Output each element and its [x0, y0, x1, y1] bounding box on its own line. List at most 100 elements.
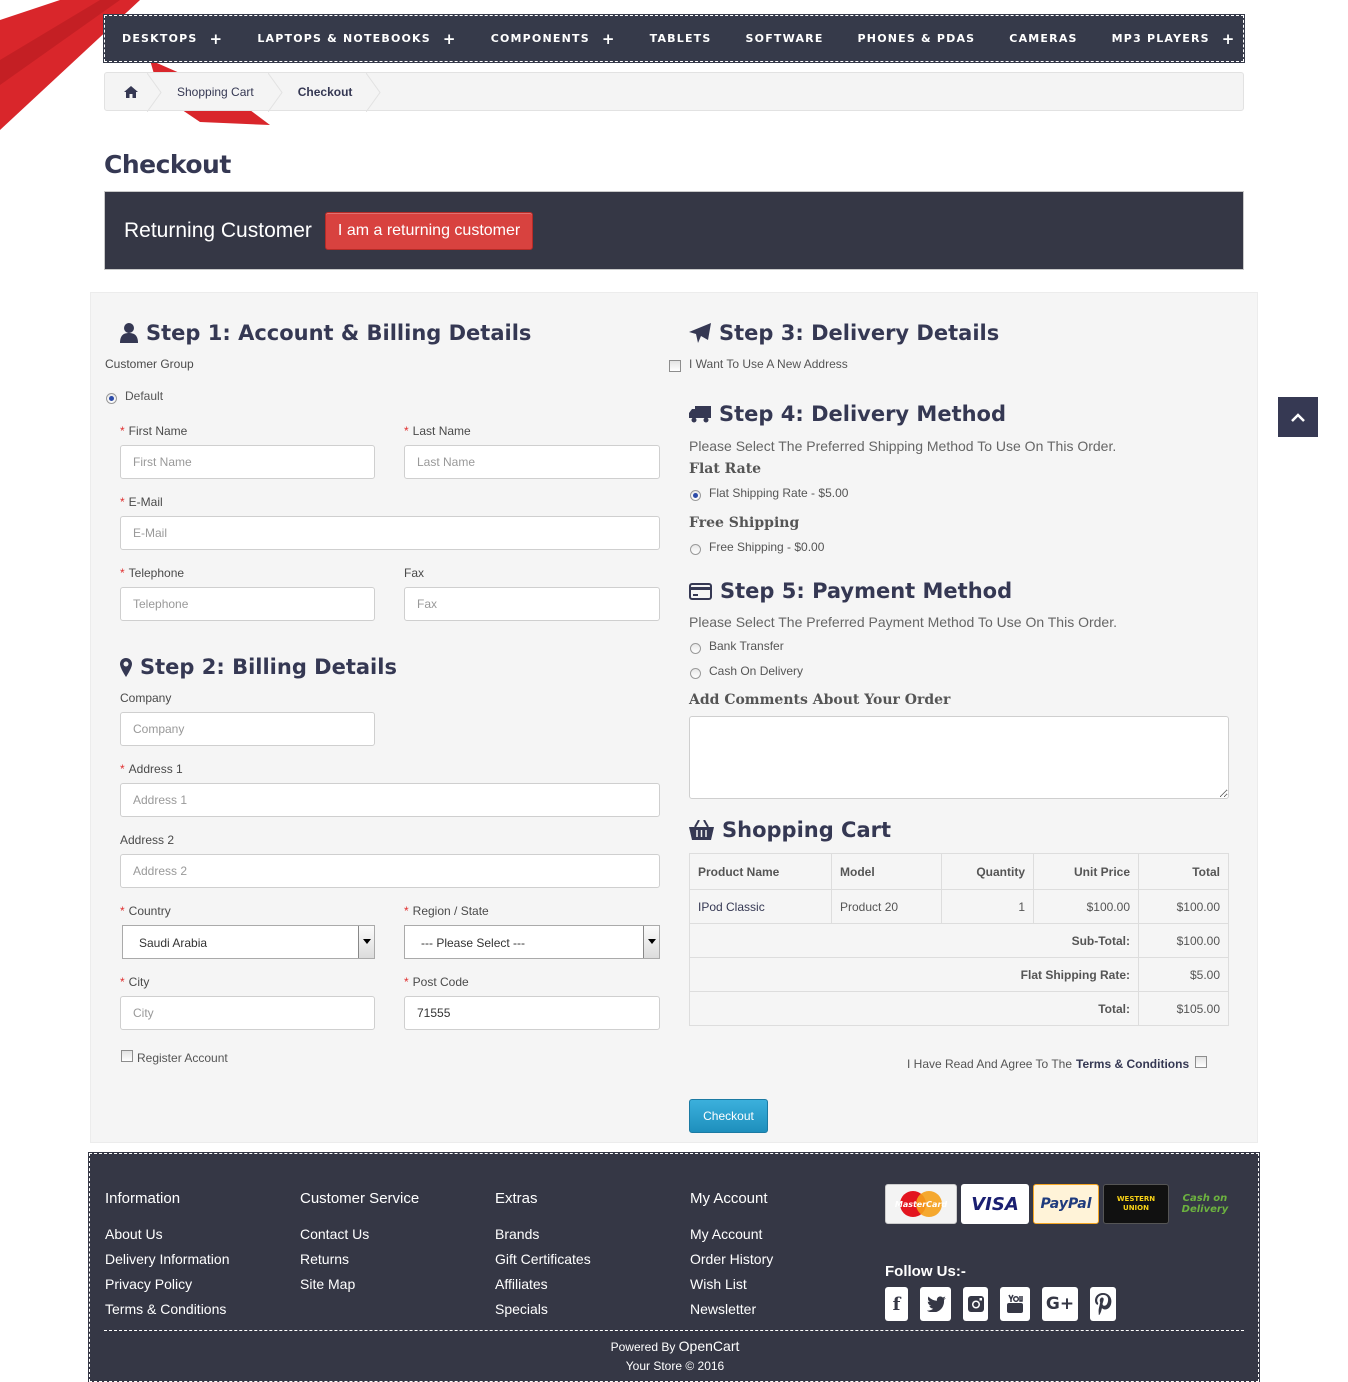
nav-cameras[interactable]: CAMERAS [1009, 32, 1077, 45]
postcode-label: * Post Code [404, 975, 469, 989]
plus-icon[interactable]: + [210, 30, 224, 48]
email-input[interactable]: E-Mail [120, 516, 660, 550]
plus-icon[interactable]: + [1222, 30, 1236, 48]
postcode-input[interactable]: 71555 [404, 996, 660, 1030]
breadcrumb-home[interactable] [105, 73, 162, 112]
checkout-button[interactable]: Checkout [689, 1099, 768, 1133]
google-plus-icon[interactable]: G+ [1042, 1287, 1078, 1321]
bank-transfer-radio[interactable] [690, 643, 701, 654]
youtube-icon[interactable] [1000, 1287, 1030, 1321]
shipping-row: Flat Shipping Rate: $5.00 [689, 957, 1229, 992]
footer-link-sitemap[interactable]: Site Map [300, 1272, 419, 1297]
flat-shipping-radio[interactable] [690, 490, 701, 501]
mastercard-text: MasterCard [895, 1200, 948, 1209]
country-select[interactable]: Saudi Arabia [122, 925, 375, 959]
plus-icon[interactable]: + [602, 30, 616, 48]
pinterest-icon[interactable] [1090, 1287, 1116, 1321]
nav-mp3[interactable]: MP3 PLAYERS + [1112, 30, 1236, 48]
footer-link-terms[interactable]: Terms & Conditions [105, 1297, 230, 1322]
new-address-checkbox[interactable] [669, 360, 681, 372]
last-name-input[interactable]: Last Name [404, 445, 660, 479]
returning-customer-button[interactable]: I am a returning customer [324, 211, 534, 250]
first-name-input[interactable]: First Name [120, 445, 375, 479]
cash-on-delivery-radio[interactable] [690, 668, 701, 679]
col-unit-price: Unit Price [1033, 853, 1139, 890]
footer-link-my-account[interactable]: My Account [690, 1222, 773, 1247]
facebook-icon[interactable]: f [885, 1287, 908, 1321]
region-select[interactable]: --- Please Select --- [404, 925, 660, 959]
col-total: Total [1138, 853, 1229, 890]
col-model: Model [831, 853, 942, 890]
page-title: Checkout [104, 150, 231, 179]
footer-link-wishlist[interactable]: Wish List [690, 1272, 773, 1297]
footer-link-brands[interactable]: Brands [495, 1222, 591, 1247]
footer-customer-service: Customer Service Contact Us Returns Site… [300, 1190, 419, 1297]
footer-link-contact[interactable]: Contact Us [300, 1222, 419, 1247]
product-qty: 1 [941, 889, 1034, 924]
footer-link-order-history[interactable]: Order History [690, 1247, 773, 1272]
address1-input[interactable]: Address 1 [120, 783, 660, 817]
agree-terms: I Have Read And Agree To The Terms & Con… [907, 1056, 1208, 1071]
chevron-down-icon[interactable] [643, 926, 659, 958]
total-label: Total: [689, 991, 1139, 1026]
footer-link-affiliates[interactable]: Affiliates [495, 1272, 591, 1297]
bank-transfer-label: Bank Transfer [709, 639, 784, 653]
footer-link-newsletter[interactable]: Newsletter [690, 1297, 773, 1322]
chevron-down-icon[interactable] [358, 926, 374, 958]
social-icons: f G+ [885, 1287, 1128, 1321]
telephone-input[interactable]: Telephone [120, 587, 375, 621]
company-input[interactable]: Company [120, 712, 375, 746]
footer-service-title: Customer Service [300, 1190, 420, 1207]
nav-tablets[interactable]: TABLETS [650, 32, 712, 45]
total-value: $105.00 [1138, 991, 1229, 1026]
copyright: Your Store © 2016 [625, 1359, 725, 1373]
city-input[interactable]: City [120, 996, 375, 1030]
terms-link[interactable]: Terms & Conditions [1076, 1057, 1189, 1071]
footer-link-returns[interactable]: Returns [300, 1247, 419, 1272]
breadcrumb-checkout[interactable]: Checkout [278, 73, 382, 112]
step5-title: Step 5: Payment Method [689, 579, 1012, 603]
basket-icon [689, 820, 714, 840]
customer-group-default-label: Default [125, 389, 164, 403]
instagram-icon[interactable] [963, 1287, 988, 1321]
back-to-top-button[interactable] [1278, 397, 1318, 437]
home-icon[interactable] [124, 85, 138, 98]
nav-software[interactable]: SOFTWARE [746, 32, 824, 45]
user-icon [120, 323, 138, 343]
col-product-name: Product Name [689, 853, 832, 890]
paper-plane-icon [689, 323, 711, 343]
step1-title: Step 1: Account & Billing Details [120, 321, 531, 345]
footer-link-specials[interactable]: Specials [495, 1297, 591, 1322]
comments-textarea[interactable] [689, 716, 1229, 799]
twitter-icon[interactable] [920, 1287, 951, 1321]
address1-label: * Address 1 [120, 762, 183, 776]
credit-card-icon [689, 582, 712, 600]
plus-icon[interactable]: + [443, 30, 457, 48]
footer-link-about[interactable]: About Us [105, 1222, 230, 1247]
footer-my-account: My Account My Account Order History Wish… [690, 1190, 773, 1322]
breadcrumb-shopping-cart[interactable]: Shopping Cart [157, 73, 283, 112]
flat-shipping-label: Flat Shipping Rate - $5.00 [709, 486, 849, 500]
subtotal-value: $100.00 [1138, 923, 1229, 958]
free-shipping-radio[interactable] [690, 544, 701, 555]
footer-link-gift[interactable]: Gift Certificates [495, 1247, 591, 1272]
product-total: $100.00 [1138, 889, 1229, 924]
address2-input[interactable]: Address 2 [120, 854, 660, 888]
footer-extras: Extras Brands Gift Certificates Affiliat… [495, 1190, 591, 1322]
fax-input[interactable]: Fax [404, 587, 660, 621]
total-row: Total: $105.00 [689, 991, 1229, 1026]
footer-link-privacy[interactable]: Privacy Policy [105, 1272, 230, 1297]
register-account-checkbox[interactable] [121, 1050, 133, 1062]
nav-phones[interactable]: PHONES & PDAS [858, 32, 976, 45]
customer-group-default-radio[interactable] [106, 393, 117, 404]
nav-desktops[interactable]: DESKTOPS + [122, 30, 223, 48]
nav-laptops[interactable]: LAPTOPS & NOTEBOOKS + [257, 30, 456, 48]
nav-components[interactable]: COMPONENTS + [491, 30, 616, 48]
returning-customer-bar: Returning Customer I am a returning cust… [104, 191, 1244, 270]
agree-checkbox[interactable] [1195, 1056, 1208, 1068]
product-name-link[interactable]: IPod Classic [689, 889, 832, 924]
footer-link-delivery[interactable]: Delivery Information [105, 1247, 230, 1272]
opencart-link[interactable]: OpenCart [679, 1338, 740, 1354]
shipping-label: Flat Shipping Rate: [689, 957, 1139, 992]
mastercard-logo: MasterCard [885, 1184, 957, 1224]
